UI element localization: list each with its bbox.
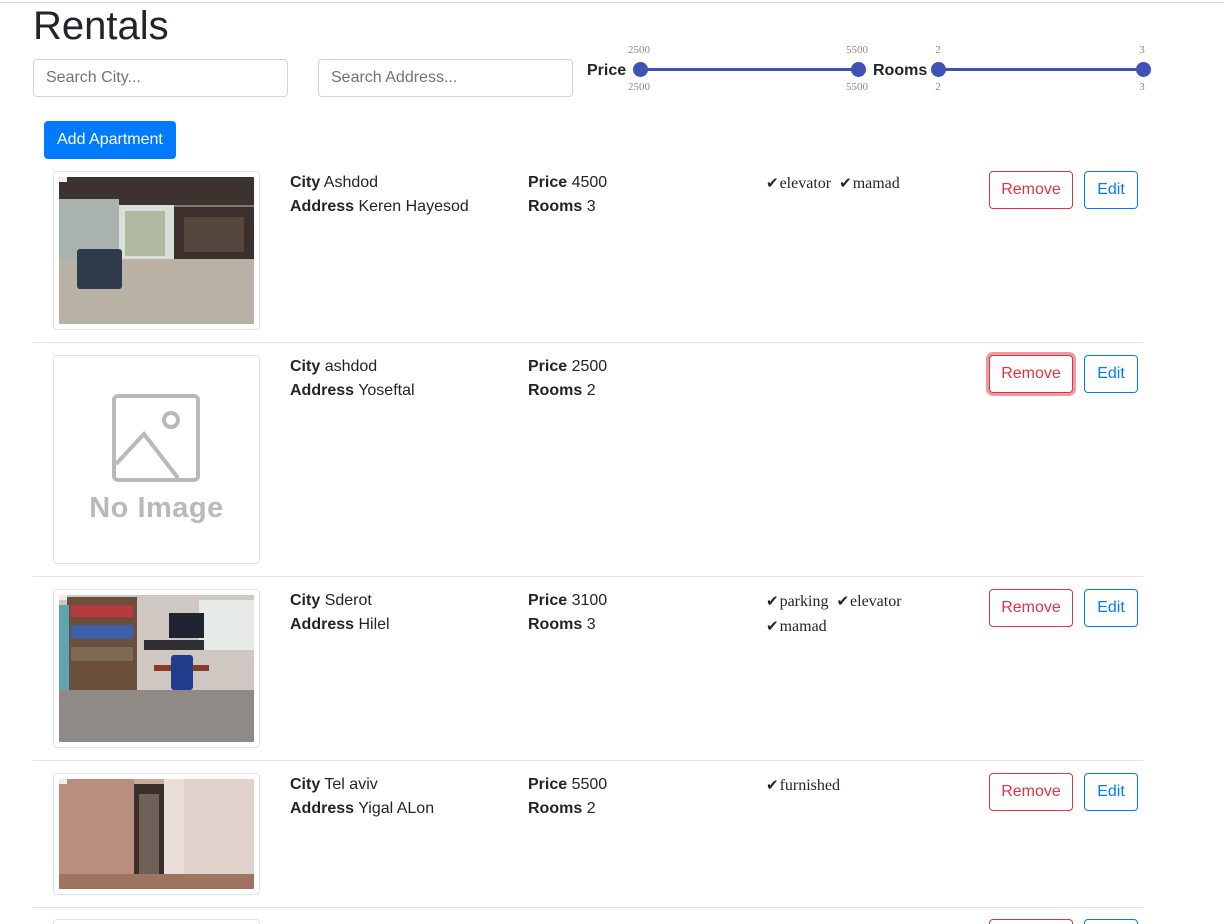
listing-city: City ashdod	[290, 358, 378, 375]
rooms-selected-min: 2	[935, 81, 941, 93]
listing-thumbnail	[53, 919, 260, 924]
feature-tag: ✔elevator	[766, 174, 832, 192]
row-divider	[33, 342, 1143, 343]
listing-price: Price 2500	[528, 358, 608, 375]
listing-price: Price 3100	[528, 592, 608, 609]
price-selected-max: 5500	[846, 81, 868, 93]
search-address-input[interactable]	[318, 59, 573, 97]
row-divider	[33, 576, 1143, 577]
price-range-track[interactable]	[639, 68, 857, 71]
listing-address: Address Yigal ALon	[290, 800, 435, 817]
listing-row: City Sderot Address Hilel Price 3100 Roo…	[33, 589, 1143, 749]
remove-button[interactable]: Remove	[989, 355, 1073, 393]
price-range-filter: Price 2500 5500 2500 5500	[587, 40, 868, 96]
feature-tag: ✔furnished	[766, 776, 841, 794]
no-image-placeholder: No Image	[59, 361, 254, 558]
price-max-handle[interactable]	[851, 62, 866, 77]
checkmark-icon: ✔	[766, 776, 779, 794]
listing-row: No Image City ashdod Address Yoseftal Pr…	[33, 355, 1143, 565]
listing-thumbnail	[53, 171, 260, 330]
no-image-text: No Image	[89, 492, 224, 524]
listing-price: Price 4500	[528, 174, 608, 191]
listing-address: Address Yoseftal	[290, 382, 415, 399]
listing-city: City Sderot	[290, 592, 372, 609]
remove-button[interactable]: Remove	[989, 773, 1073, 811]
search-city-input[interactable]	[33, 59, 288, 97]
row-divider	[33, 760, 1143, 761]
rooms-max-handle[interactable]	[1136, 62, 1151, 77]
rooms-range-track[interactable]	[938, 68, 1142, 71]
listing-features: ✔parking ✔elevator ✔mamad	[766, 589, 956, 639]
listing-row-partial	[33, 919, 1143, 924]
rooms-selected-max: 3	[1139, 81, 1145, 93]
listing-rooms: Rooms 3	[528, 198, 596, 215]
image-placeholder-icon	[111, 394, 200, 482]
listing-rooms: Rooms 2	[528, 382, 596, 399]
rooms-range-filter: Rooms 2 3 2 3	[873, 40, 1153, 96]
price-range-label: Price	[587, 62, 627, 79]
top-border	[0, 2, 1224, 3]
row-divider	[33, 907, 1143, 908]
price-max-tick: 5500	[846, 44, 868, 56]
office-room-photo	[59, 595, 254, 742]
edit-button[interactable]: Edit	[1084, 171, 1138, 209]
listing-row: City Tel aviv Address Yigal ALon Price 5…	[33, 773, 1143, 897]
edit-button[interactable]: Edit	[1084, 589, 1138, 627]
listing-city: City Tel aviv	[290, 776, 378, 793]
listing-thumbnail: No Image	[53, 355, 260, 564]
feature-tag: ✔mamad	[766, 617, 827, 635]
feature-tag: ✔parking	[766, 592, 829, 610]
listing-rooms: Rooms 3	[528, 616, 596, 633]
listing-rooms: Rooms 2	[528, 800, 596, 817]
listing-features: ✔elevator ✔mamad	[766, 171, 956, 196]
remove-button[interactable]: Remove	[989, 589, 1073, 627]
listing-address: Address Keren Hayesod	[290, 198, 469, 215]
listing-price: Price 5500	[528, 776, 608, 793]
checkmark-icon: ✔	[836, 592, 850, 610]
listing-row: City Ashdod Address Keren Hayesod Price …	[33, 171, 1143, 331]
listing-thumbnail	[53, 773, 260, 895]
price-selected-min: 2500	[628, 81, 650, 93]
hallway-photo	[59, 779, 254, 889]
listing-address: Address Hilel	[290, 616, 390, 633]
remove-button[interactable]	[989, 919, 1073, 924]
feature-tag: ✔mamad	[839, 174, 900, 192]
page-title: Rentals	[33, 4, 169, 48]
edit-button[interactable]	[1084, 919, 1138, 924]
listing-thumbnail	[53, 589, 260, 748]
rooms-min-handle[interactable]	[931, 62, 946, 77]
rooms-range-label: Rooms	[873, 62, 928, 79]
edit-button[interactable]: Edit	[1084, 773, 1138, 811]
edit-button[interactable]: Edit	[1084, 355, 1138, 393]
checkmark-icon: ✔	[766, 617, 779, 635]
living-room-photo	[59, 177, 254, 324]
rooms-min-tick: 2	[935, 44, 941, 56]
checkmark-icon: ✔	[766, 592, 779, 610]
feature-tag: ✔elevator	[836, 592, 902, 610]
listing-features: ✔furnished	[766, 773, 956, 798]
remove-button[interactable]: Remove	[989, 171, 1073, 209]
price-min-handle[interactable]	[633, 62, 648, 77]
listing-city: City Ashdod	[290, 174, 379, 191]
add-apartment-button[interactable]: Add Apartment	[44, 121, 176, 159]
rooms-max-tick: 3	[1139, 44, 1145, 56]
price-min-tick: 2500	[628, 44, 650, 56]
checkmark-icon: ✔	[839, 174, 852, 192]
checkmark-icon: ✔	[766, 174, 779, 192]
